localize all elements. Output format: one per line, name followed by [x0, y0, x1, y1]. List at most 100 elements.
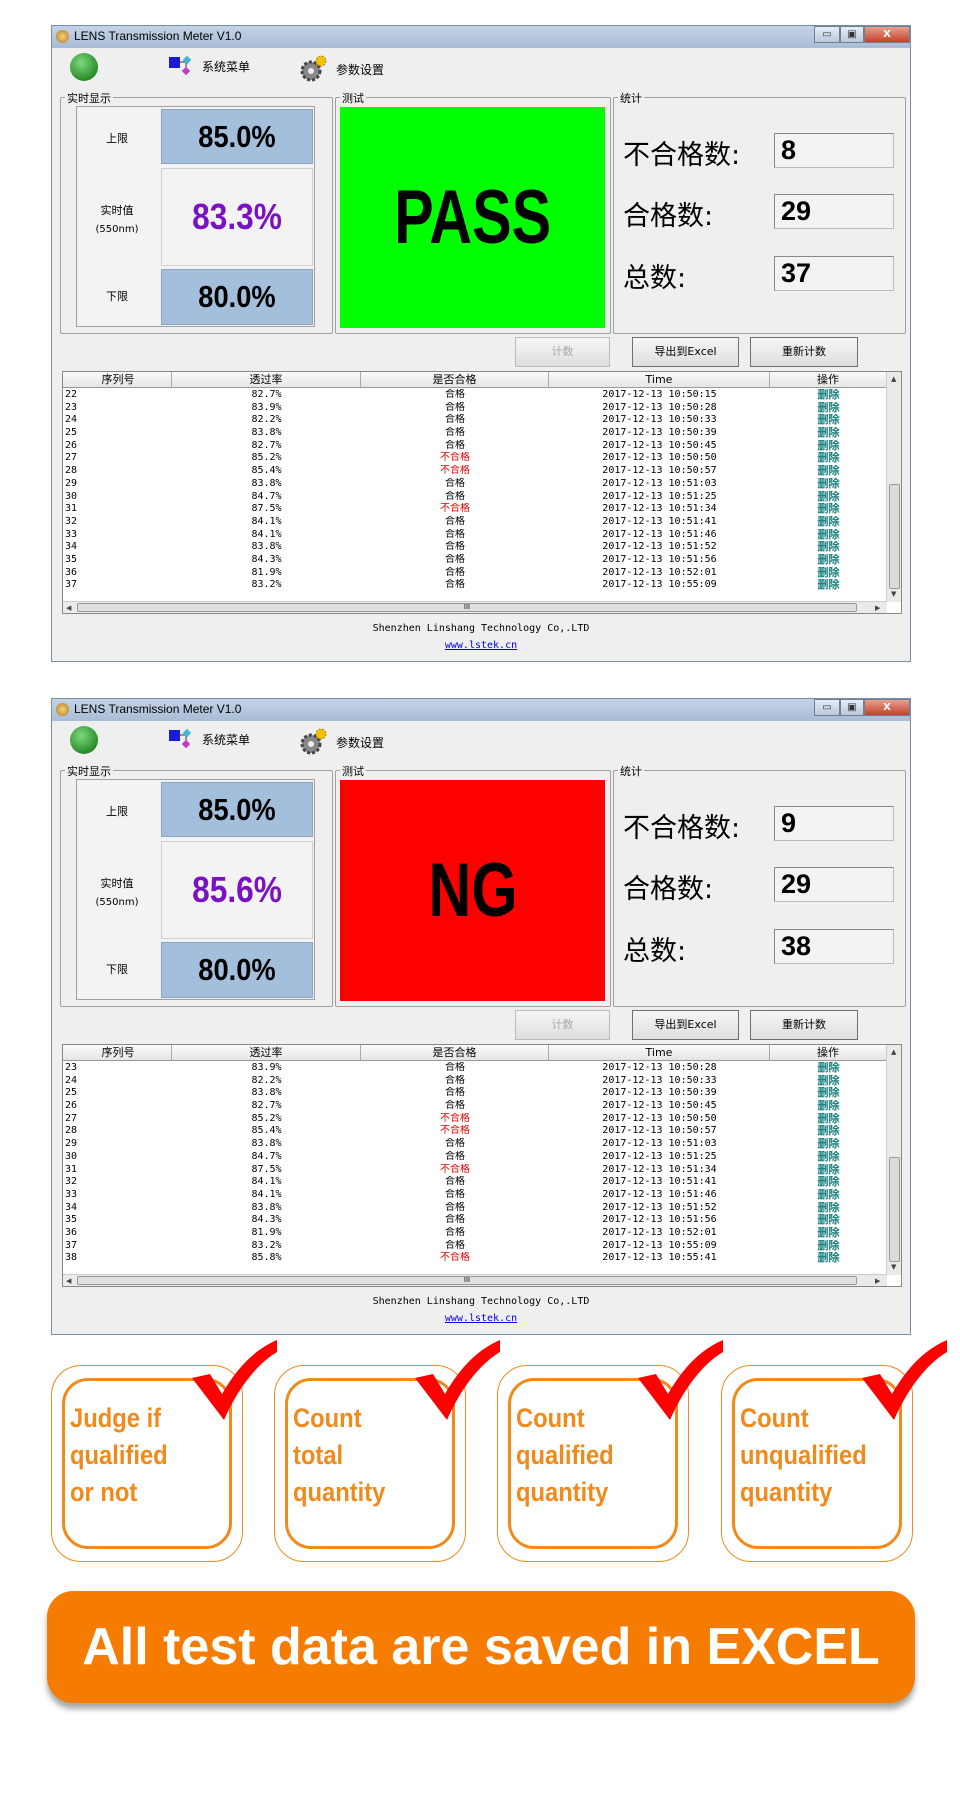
row-delete-link[interactable]: 删除 [770, 1113, 887, 1126]
row-delete-link[interactable]: 删除 [770, 529, 887, 542]
horizontal-scrollbar[interactable]: ◀ III ▶ [63, 1274, 887, 1286]
count-button[interactable]: 计数 [515, 337, 610, 367]
row-delete-link[interactable]: 删除 [770, 440, 887, 453]
table-row[interactable]: 36 81.9% 合格 2017-12-13 10:52:01 删除 [63, 1227, 887, 1240]
row-delete-link[interactable]: 删除 [770, 503, 887, 516]
table-row[interactable]: 31 87.5% 不合格 2017-12-13 10:51:34 删除 [63, 503, 887, 516]
maximize-button[interactable]: ▣ [840, 699, 864, 716]
vertical-scrollbar[interactable]: ▲ ▼ [886, 1045, 901, 1275]
row-delete-link[interactable]: 删除 [770, 1240, 887, 1253]
row-delete-link[interactable]: 删除 [770, 1062, 887, 1075]
row-delete-link[interactable]: 删除 [770, 516, 887, 529]
row-delete-link[interactable]: 删除 [770, 1252, 887, 1265]
table-row[interactable]: 27 85.2% 不合格 2017-12-13 10:50:50 删除 [63, 1113, 887, 1126]
reset-count-button[interactable]: 重新计数 [750, 337, 858, 367]
table-row[interactable]: 26 82.7% 合格 2017-12-13 10:50:45 删除 [63, 1100, 887, 1113]
vertical-scrollbar[interactable]: ▲ ▼ [886, 372, 901, 602]
table-row[interactable]: 36 81.9% 合格 2017-12-13 10:52:01 删除 [63, 567, 887, 580]
parameter-settings-button[interactable]: 参数设置 [298, 728, 384, 756]
parameter-settings-button[interactable]: 参数设置 [298, 55, 384, 83]
row-delete-link[interactable]: 删除 [770, 1100, 887, 1113]
table-row[interactable]: 35 84.3% 合格 2017-12-13 10:51:56 删除 [63, 554, 887, 567]
horizontal-scroll-thumb[interactable]: III [77, 603, 857, 612]
table-row[interactable]: 37 83.2% 合格 2017-12-13 10:55:09 删除 [63, 1240, 887, 1253]
vertical-scroll-thumb[interactable] [889, 484, 900, 589]
row-delete-link[interactable]: 删除 [770, 389, 887, 402]
maximize-button[interactable]: ▣ [840, 26, 864, 43]
table-row[interactable]: 29 83.8% 合格 2017-12-13 10:51:03 删除 [63, 1138, 887, 1151]
website-link[interactable]: www.lstek.cn [445, 1313, 517, 1324]
column-header-time[interactable]: Time [549, 1045, 770, 1060]
table-row[interactable]: 27 85.2% 不合格 2017-12-13 10:50:50 删除 [63, 452, 887, 465]
row-delete-link[interactable]: 删除 [770, 1189, 887, 1202]
website-link[interactable]: www.lstek.cn [445, 640, 517, 651]
column-header-transmission[interactable]: 透过率 [172, 372, 361, 387]
table-row[interactable]: 32 84.1% 合格 2017-12-13 10:51:41 删除 [63, 516, 887, 529]
table-row[interactable]: 32 84.1% 合格 2017-12-13 10:51:41 删除 [63, 1176, 887, 1189]
export-excel-button[interactable]: 导出到Excel [632, 1010, 739, 1040]
scroll-left-arrow-icon[interactable]: ◀ [66, 604, 71, 612]
row-delete-link[interactable]: 删除 [770, 541, 887, 554]
table-row[interactable]: 24 82.2% 合格 2017-12-13 10:50:33 删除 [63, 1075, 887, 1088]
table-row[interactable]: 28 85.4% 不合格 2017-12-13 10:50:57 删除 [63, 1125, 887, 1138]
scroll-down-arrow-icon[interactable]: ▼ [891, 1263, 896, 1271]
column-header-transmission[interactable]: 透过率 [172, 1045, 361, 1060]
row-delete-link[interactable]: 删除 [770, 567, 887, 580]
row-delete-link[interactable]: 删除 [770, 452, 887, 465]
table-row[interactable]: 38 85.8% 不合格 2017-12-13 10:55:41 删除 [63, 1252, 887, 1265]
scroll-right-arrow-icon[interactable]: ▶ [875, 1277, 880, 1285]
table-row[interactable]: 33 84.1% 合格 2017-12-13 10:51:46 删除 [63, 1189, 887, 1202]
row-delete-link[interactable]: 删除 [770, 402, 887, 415]
row-delete-link[interactable]: 删除 [770, 491, 887, 504]
vertical-scroll-thumb[interactable] [889, 1157, 900, 1262]
row-delete-link[interactable]: 删除 [770, 1202, 887, 1215]
export-excel-button[interactable]: 导出到Excel [632, 337, 739, 367]
column-header-index[interactable]: 序列号 [63, 1045, 172, 1060]
column-header-time[interactable]: Time [549, 372, 770, 387]
table-row[interactable]: 25 83.8% 合格 2017-12-13 10:50:39 删除 [63, 427, 887, 440]
row-delete-link[interactable]: 删除 [770, 414, 887, 427]
table-row[interactable]: 37 83.2% 合格 2017-12-13 10:55:09 删除 [63, 579, 887, 592]
row-delete-link[interactable]: 删除 [770, 1227, 887, 1240]
close-button[interactable]: X [864, 699, 910, 716]
row-delete-link[interactable]: 删除 [770, 1164, 887, 1177]
horizontal-scrollbar[interactable]: ◀ III ▶ [63, 601, 887, 613]
system-menu-button[interactable]: 系统菜单 [168, 55, 250, 77]
table-row[interactable]: 22 82.7% 合格 2017-12-13 10:50:15 删除 [63, 389, 887, 402]
row-delete-link[interactable]: 删除 [770, 1087, 887, 1100]
row-delete-link[interactable]: 删除 [770, 1176, 887, 1189]
table-row[interactable]: 26 82.7% 合格 2017-12-13 10:50:45 删除 [63, 440, 887, 453]
row-delete-link[interactable]: 删除 [770, 1125, 887, 1138]
table-row[interactable]: 30 84.7% 合格 2017-12-13 10:51:25 删除 [63, 491, 887, 504]
row-delete-link[interactable]: 删除 [770, 1214, 887, 1227]
column-header-action[interactable]: 操作 [770, 372, 887, 387]
table-row[interactable]: 33 84.1% 合格 2017-12-13 10:51:46 删除 [63, 529, 887, 542]
system-menu-button[interactable]: 系统菜单 [168, 728, 250, 750]
row-delete-link[interactable]: 删除 [770, 1138, 887, 1151]
scroll-down-arrow-icon[interactable]: ▼ [891, 590, 896, 598]
table-row[interactable]: 35 84.3% 合格 2017-12-13 10:51:56 删除 [63, 1214, 887, 1227]
row-delete-link[interactable]: 删除 [770, 465, 887, 478]
table-row[interactable]: 25 83.8% 合格 2017-12-13 10:50:39 删除 [63, 1087, 887, 1100]
table-row[interactable]: 30 84.7% 合格 2017-12-13 10:51:25 删除 [63, 1151, 887, 1164]
reset-count-button[interactable]: 重新计数 [750, 1010, 858, 1040]
scroll-right-arrow-icon[interactable]: ▶ [875, 604, 880, 612]
column-header-qualified[interactable]: 是否合格 [361, 1045, 549, 1060]
row-delete-link[interactable]: 删除 [770, 1075, 887, 1088]
row-delete-link[interactable]: 删除 [770, 579, 887, 592]
column-header-index[interactable]: 序列号 [63, 372, 172, 387]
row-delete-link[interactable]: 删除 [770, 1151, 887, 1164]
row-delete-link[interactable]: 删除 [770, 427, 887, 440]
minimize-button[interactable]: ▭ [814, 26, 840, 43]
table-row[interactable]: 34 83.8% 合格 2017-12-13 10:51:52 删除 [63, 1202, 887, 1215]
row-delete-link[interactable]: 删除 [770, 478, 887, 491]
horizontal-scroll-thumb[interactable]: III [77, 1276, 857, 1285]
row-delete-link[interactable]: 删除 [770, 554, 887, 567]
column-header-qualified[interactable]: 是否合格 [361, 372, 549, 387]
close-button[interactable]: X [864, 26, 910, 43]
table-row[interactable]: 29 83.8% 合格 2017-12-13 10:51:03 删除 [63, 478, 887, 491]
table-row[interactable]: 24 82.2% 合格 2017-12-13 10:50:33 删除 [63, 414, 887, 427]
scroll-left-arrow-icon[interactable]: ◀ [66, 1277, 71, 1285]
count-button[interactable]: 计数 [515, 1010, 610, 1040]
table-row[interactable]: 34 83.8% 合格 2017-12-13 10:51:52 删除 [63, 541, 887, 554]
